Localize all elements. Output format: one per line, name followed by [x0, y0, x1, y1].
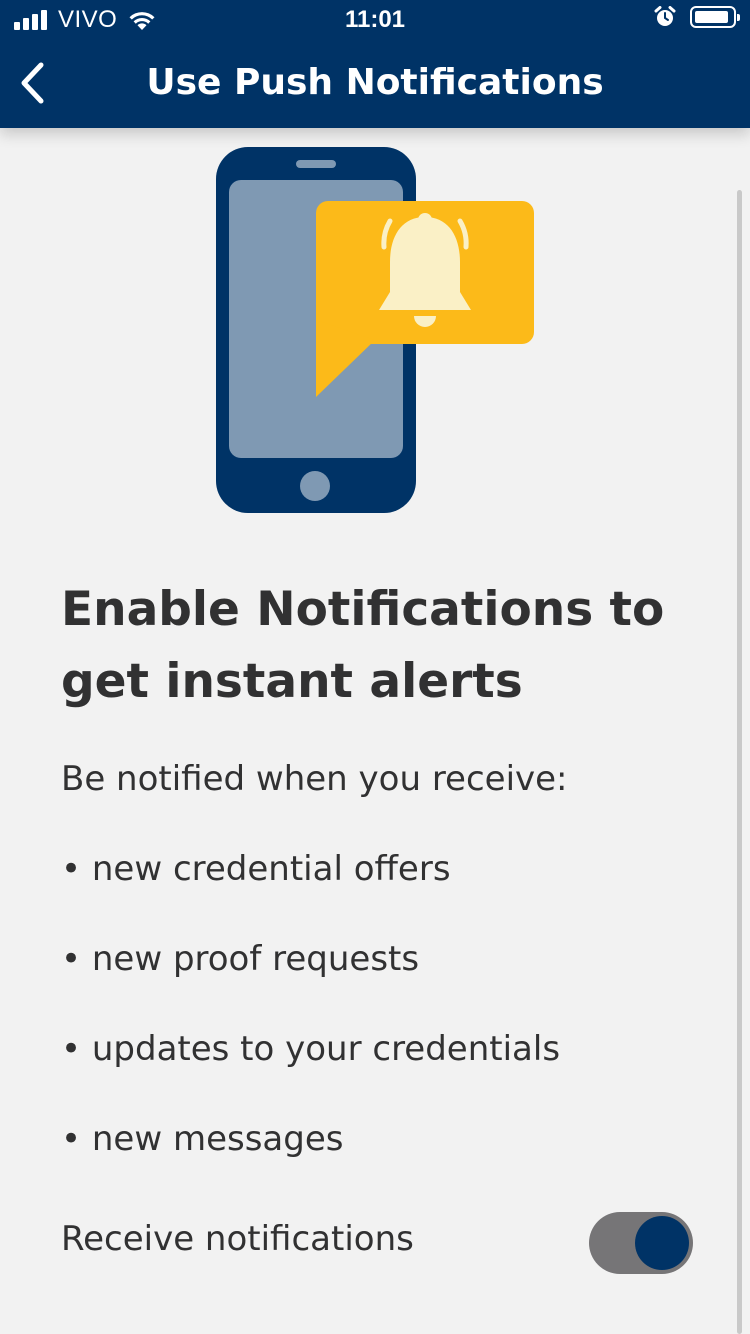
- intro-text: Be notified when you receive:: [61, 759, 568, 799]
- notification-illustration: [216, 147, 534, 513]
- list-item: • new messages: [61, 1119, 344, 1159]
- list-item: • new credential offers: [61, 849, 451, 889]
- alarm-clock-icon: [654, 6, 676, 26]
- scrollbar[interactable]: [737, 190, 742, 1334]
- receive-notifications-row: Receive notifications: [61, 1212, 693, 1276]
- battery-icon: [690, 6, 740, 28]
- toggle-label: Receive notifications: [61, 1219, 414, 1259]
- list-item: • new proof requests: [61, 939, 420, 979]
- toggle-knob: [635, 1216, 689, 1270]
- receive-notifications-toggle[interactable]: [589, 1212, 693, 1274]
- status-right-group: [654, 6, 740, 28]
- app-header: VIVO 11:01 Use Push Notifications: [0, 0, 750, 128]
- page-heading: Enable Notifications to get instant aler…: [61, 582, 665, 709]
- benefits-list: • new credential offers • new proof requ…: [61, 846, 560, 1206]
- page-title: Use Push Notifications: [146, 62, 604, 103]
- status-clock: 11:01: [344, 6, 406, 33]
- list-item: • updates to your credentials: [61, 1029, 561, 1069]
- status-bar: VIVO 11:01: [0, 0, 750, 40]
